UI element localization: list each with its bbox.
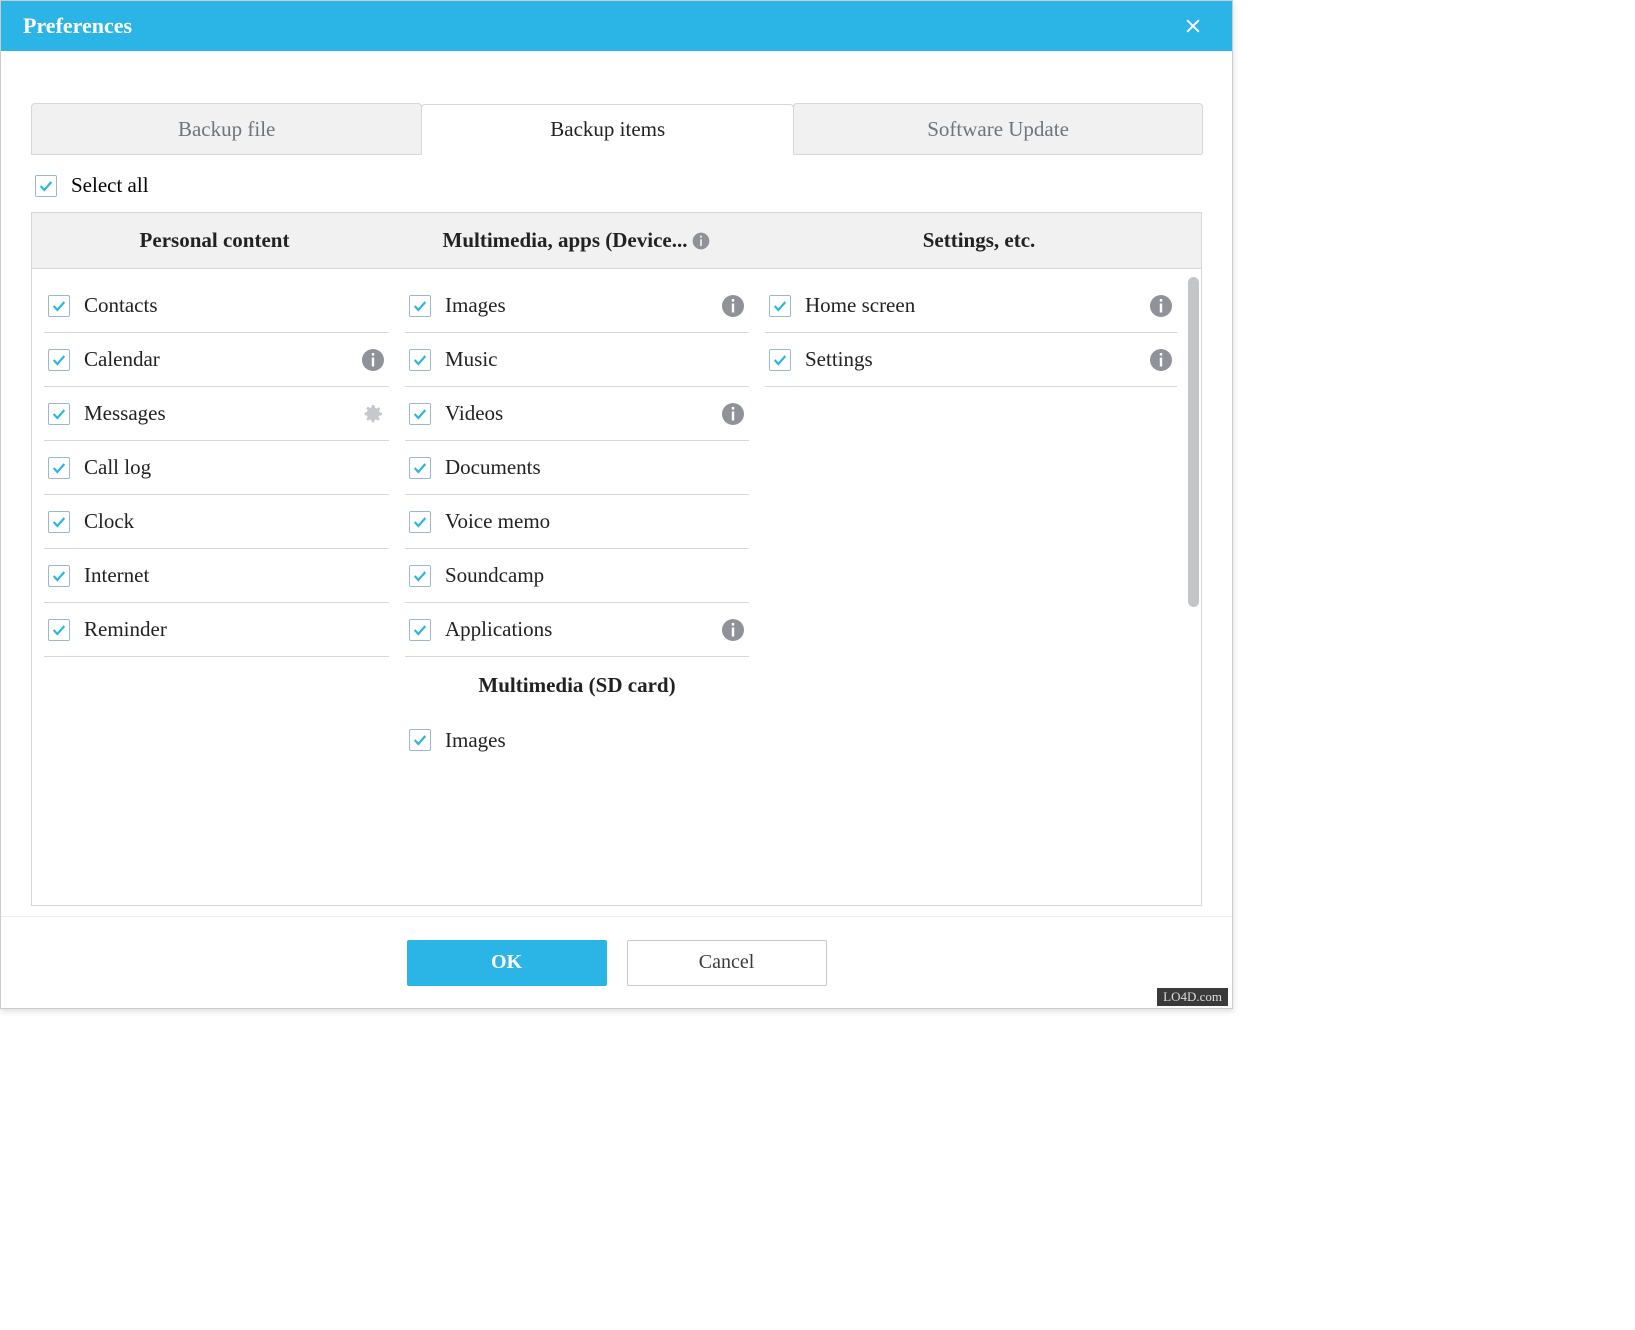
item-label: Messages bbox=[84, 401, 347, 426]
tab-software-update[interactable]: Software Update bbox=[793, 103, 1203, 154]
list-item: Clock bbox=[44, 495, 389, 549]
select-all-row: Select all bbox=[31, 155, 1202, 212]
dialog-body: Backup file Backup items Software Update… bbox=[1, 51, 1232, 906]
list-item: Voice memo bbox=[405, 495, 749, 549]
info-icon[interactable] bbox=[361, 348, 385, 372]
item-checkbox[interactable] bbox=[409, 403, 431, 425]
list-item: Applications bbox=[405, 603, 749, 657]
list-item: Documents bbox=[405, 441, 749, 495]
item-checkbox[interactable] bbox=[48, 619, 70, 641]
item-label: Reminder bbox=[84, 617, 385, 642]
preferences-dialog: Preferences Backup file Backup items Sof… bbox=[1, 1, 1232, 1008]
item-checkbox[interactable] bbox=[48, 403, 70, 425]
item-checkbox[interactable] bbox=[48, 457, 70, 479]
item-checkbox[interactable] bbox=[409, 457, 431, 479]
dialog-title: Preferences bbox=[23, 13, 132, 39]
column-personal: Contacts Calendar Messages Call log Clock Int… bbox=[32, 269, 397, 905]
column-header-personal: Personal content bbox=[32, 213, 397, 268]
subsection-header: Multimedia (SD card) bbox=[405, 657, 749, 713]
info-icon[interactable] bbox=[1149, 348, 1173, 372]
list-item: Messages bbox=[44, 387, 389, 441]
tab-label: Backup file bbox=[178, 117, 275, 142]
list-item: Settings bbox=[765, 333, 1177, 387]
info-icon[interactable] bbox=[721, 618, 745, 642]
list-item: Home screen bbox=[765, 279, 1177, 333]
item-label: Internet bbox=[84, 563, 385, 588]
item-checkbox[interactable] bbox=[409, 619, 431, 641]
close-icon[interactable] bbox=[1176, 9, 1210, 43]
tab-label: Software Update bbox=[927, 117, 1069, 142]
item-checkbox[interactable] bbox=[409, 511, 431, 533]
column-settings: Home screen Settings bbox=[757, 269, 1201, 905]
select-all-label: Select all bbox=[71, 173, 149, 198]
grid-body: Contacts Calendar Messages Call log Clock Int… bbox=[32, 269, 1201, 905]
item-checkbox[interactable] bbox=[769, 295, 791, 317]
titlebar: Preferences bbox=[1, 1, 1232, 51]
item-checkbox[interactable] bbox=[48, 511, 70, 533]
item-label: Videos bbox=[445, 401, 707, 426]
item-label: Clock bbox=[84, 509, 385, 534]
info-icon[interactable] bbox=[721, 294, 745, 318]
item-checkbox[interactable] bbox=[409, 565, 431, 587]
list-item: Call log bbox=[44, 441, 389, 495]
item-label: Home screen bbox=[805, 293, 1135, 318]
item-label: Soundcamp bbox=[445, 563, 745, 588]
column-header-multimedia: Multimedia, apps (Device... bbox=[397, 213, 757, 268]
item-label: Call log bbox=[84, 455, 385, 480]
list-item: Contacts bbox=[44, 279, 389, 333]
tab-backup-items[interactable]: Backup items bbox=[421, 104, 794, 155]
item-checkbox[interactable] bbox=[48, 565, 70, 587]
dialog-footer: OK Cancel bbox=[1, 916, 1232, 1008]
list-item: Reminder bbox=[44, 603, 389, 657]
info-icon[interactable] bbox=[691, 231, 711, 251]
info-icon[interactable] bbox=[1149, 294, 1173, 318]
item-checkbox[interactable] bbox=[409, 295, 431, 317]
item-label: Settings bbox=[805, 347, 1135, 372]
list-item: Images bbox=[405, 279, 749, 333]
column-multimedia: Images Music Videos Documents Voice memo Soun… bbox=[397, 269, 757, 905]
cancel-button[interactable]: Cancel bbox=[627, 940, 827, 986]
gear-icon[interactable] bbox=[361, 402, 385, 426]
item-label: Calendar bbox=[84, 347, 347, 372]
item-checkbox[interactable] bbox=[409, 349, 431, 371]
item-label: Voice memo bbox=[445, 509, 745, 534]
item-checkbox[interactable] bbox=[48, 295, 70, 317]
ok-button[interactable]: OK bbox=[407, 940, 607, 986]
item-label: Applications bbox=[445, 617, 707, 642]
list-item: Music bbox=[405, 333, 749, 387]
item-checkbox[interactable] bbox=[409, 729, 431, 751]
item-label: Images bbox=[445, 293, 707, 318]
list-item: Images bbox=[405, 713, 749, 767]
item-label: Documents bbox=[445, 455, 745, 480]
column-header-settings: Settings, etc. bbox=[757, 213, 1201, 268]
tab-backup-file[interactable]: Backup file bbox=[31, 103, 422, 154]
watermark: LO4D.com bbox=[1157, 988, 1228, 1006]
select-all-checkbox[interactable] bbox=[35, 175, 57, 197]
scrollbar[interactable] bbox=[1188, 277, 1199, 607]
item-label: Contacts bbox=[84, 293, 385, 318]
list-item: Videos bbox=[405, 387, 749, 441]
item-checkbox[interactable] bbox=[769, 349, 791, 371]
list-item: Internet bbox=[44, 549, 389, 603]
grid-header: Personal content Multimedia, apps (Devic… bbox=[32, 213, 1201, 269]
item-label: Images bbox=[445, 728, 745, 753]
info-icon[interactable] bbox=[721, 402, 745, 426]
tab-label: Backup items bbox=[550, 117, 665, 142]
list-item: Soundcamp bbox=[405, 549, 749, 603]
tabs: Backup file Backup items Software Update bbox=[31, 103, 1202, 155]
item-checkbox[interactable] bbox=[48, 349, 70, 371]
items-grid: Personal content Multimedia, apps (Devic… bbox=[31, 212, 1202, 906]
list-item: Calendar bbox=[44, 333, 389, 387]
item-label: Music bbox=[445, 347, 745, 372]
